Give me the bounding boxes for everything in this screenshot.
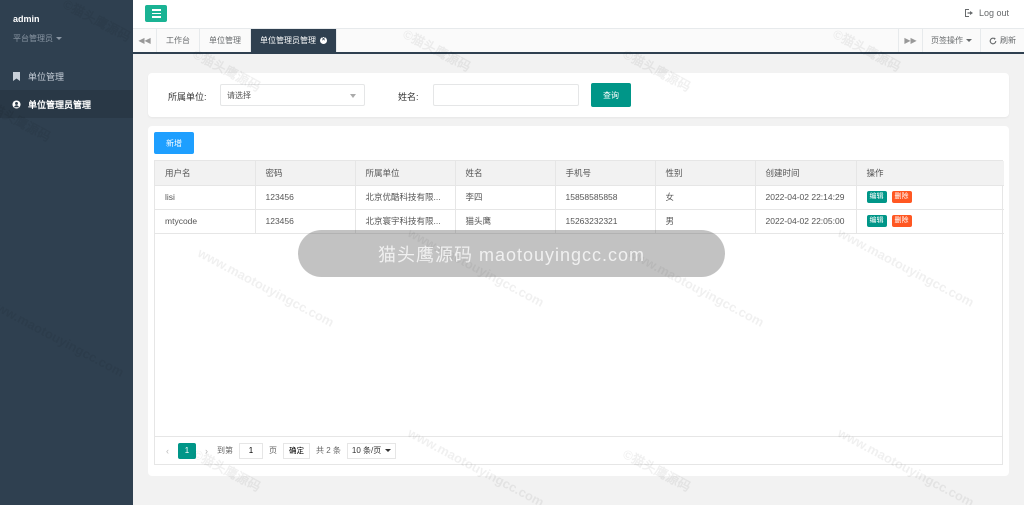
unit-filter-label: 所属单位: [168, 92, 207, 102]
goto-page-input[interactable] [239, 442, 263, 459]
user-name: admin [13, 14, 40, 24]
double-chevron-right-icon: ▶▶ [904, 36, 917, 45]
tab-workbench[interactable]: 工作台 [157, 29, 200, 52]
sidebar-item-label: 单位管理 [28, 71, 65, 82]
sidebar: admin 平台管理员 单位管理 单位管理员管理 [0, 0, 133, 505]
logout-button[interactable]: Log out [964, 8, 1009, 18]
tab-label: 单位管理 [209, 36, 241, 45]
name-input[interactable] [433, 84, 579, 106]
sidebar-item-unit-management[interactable]: 单位管理 [0, 62, 133, 90]
cell-gender: 女 [655, 185, 756, 210]
column-header: 所属单位 [355, 161, 456, 186]
tab-scroll-left-button[interactable]: ◀◀ [133, 29, 157, 52]
cell-created: 2022-04-02 22:14:29 [755, 185, 857, 210]
cell-actions: 编辑 删除 [856, 209, 1004, 234]
page-size-label: 10 条/页 [351, 446, 382, 455]
table-panel: 新增 用户名 密码 所属单位 姓名 手机号 性别 创建时间 操作 lisi 12… [148, 126, 1009, 476]
column-header: 创建时间 [755, 161, 857, 186]
refresh-icon [989, 36, 997, 44]
tab-strip: ◀◀ 工作台 单位管理 单位管理员管理 × ▶▶ 页签操作 刷新 [133, 29, 1024, 54]
total-count: 共 2 条 [316, 446, 341, 455]
edit-button[interactable]: 编辑 [866, 191, 887, 203]
sidebar-item-label: 单位管理员管理 [28, 99, 92, 110]
double-chevron-left-icon: ◀◀ [138, 36, 151, 45]
page-ops-label: 页签操作 [931, 36, 963, 45]
column-header: 姓名 [455, 161, 556, 186]
cell-username: mtycode [155, 209, 256, 234]
user-role-dropdown[interactable]: 平台管理员 [13, 33, 120, 44]
refresh-label: 刷新 [1000, 36, 1016, 45]
tab-list: 工作台 单位管理 单位管理员管理 × [157, 29, 898, 52]
cell-actions: 编辑 删除 [856, 185, 1004, 210]
table-header-row: 用户名 密码 所属单位 姓名 手机号 性别 创建时间 操作 [155, 161, 1004, 186]
unit-select[interactable]: 请选择 [220, 84, 365, 106]
logout-label: Log out [978, 8, 1009, 18]
cell-name: 李四 [455, 185, 556, 210]
edit-button[interactable]: 编辑 [866, 215, 887, 227]
caret-down-icon [385, 449, 392, 452]
toast-message: 猫头鹰源码 maotouyingcc.com [298, 230, 725, 277]
cell-phone: 15858585858 [555, 185, 656, 210]
delete-button[interactable]: 删除 [891, 215, 912, 227]
column-header: 操作 [856, 161, 1004, 186]
data-table: 用户名 密码 所属单位 姓名 手机号 性别 创建时间 操作 lisi 12345… [154, 160, 1004, 437]
main-content: 所属单位: 请选择 姓名: 查询 新增 用户名 密码 所属单位 姓名 手机号 性… [133, 56, 1024, 505]
search-panel: 所属单位: 请选择 姓名: 查询 [148, 73, 1009, 117]
caret-down-icon [56, 37, 62, 40]
tab-label: 工作台 [166, 36, 190, 45]
user-role-label: 平台管理员 [13, 34, 53, 43]
pagination: ‹ 1 › 到第 页 确定 共 2 条 10 条/页 [154, 437, 1003, 465]
cell-unit: 北京优酷科技有限... [355, 185, 456, 210]
chevron-right-icon[interactable]: › [202, 446, 211, 456]
unit-select-placeholder: 请选择 [227, 90, 251, 100]
page-size-select[interactable]: 10 条/页 [346, 442, 397, 459]
chevron-left-icon[interactable]: ‹ [163, 446, 172, 456]
tab-label: 单位管理员管理 [260, 36, 316, 45]
refresh-button[interactable]: 刷新 [980, 29, 1024, 52]
add-button[interactable]: 新增 [154, 132, 194, 154]
tab-unit-management[interactable]: 单位管理 [200, 29, 251, 52]
query-button[interactable]: 查询 [591, 83, 631, 107]
name-filter-label: 姓名: [398, 92, 419, 102]
tab-unit-admin-management[interactable]: 单位管理员管理 × [251, 29, 337, 52]
goto-confirm-button[interactable]: 确定 [283, 442, 310, 459]
page-button-current[interactable]: 1 [178, 442, 196, 459]
close-icon[interactable]: × [320, 37, 327, 44]
column-header: 性别 [655, 161, 756, 186]
page-unit-label: 页 [269, 446, 277, 455]
column-header: 用户名 [155, 161, 256, 186]
bookmark-icon [12, 71, 21, 81]
logout-icon [964, 9, 973, 17]
caret-down-icon [350, 94, 356, 98]
goto-label: 到第 [217, 446, 233, 455]
user-circle-icon [12, 99, 21, 109]
menu-toggle-button[interactable] [145, 5, 167, 22]
page-ops-dropdown[interactable]: 页签操作 [922, 29, 980, 52]
topbar: Log out [133, 0, 1024, 29]
cell-username: lisi [155, 185, 256, 210]
sidebar-item-unit-admin-management[interactable]: 单位管理员管理 [0, 90, 133, 118]
column-header: 手机号 [555, 161, 656, 186]
cell-created: 2022-04-02 22:05:00 [755, 209, 857, 234]
user-box: admin 平台管理员 [0, 0, 133, 62]
tab-scroll-right-button[interactable]: ▶▶ [898, 29, 922, 52]
table-row[interactable]: lisi 123456 北京优酷科技有限... 李四 15858585858 女… [155, 185, 1004, 210]
delete-button[interactable]: 删除 [891, 191, 912, 203]
tab-strip-right: ▶▶ 页签操作 刷新 [898, 29, 1024, 52]
cell-password: 123456 [255, 185, 356, 210]
caret-down-icon [966, 39, 972, 42]
column-header: 密码 [255, 161, 356, 186]
